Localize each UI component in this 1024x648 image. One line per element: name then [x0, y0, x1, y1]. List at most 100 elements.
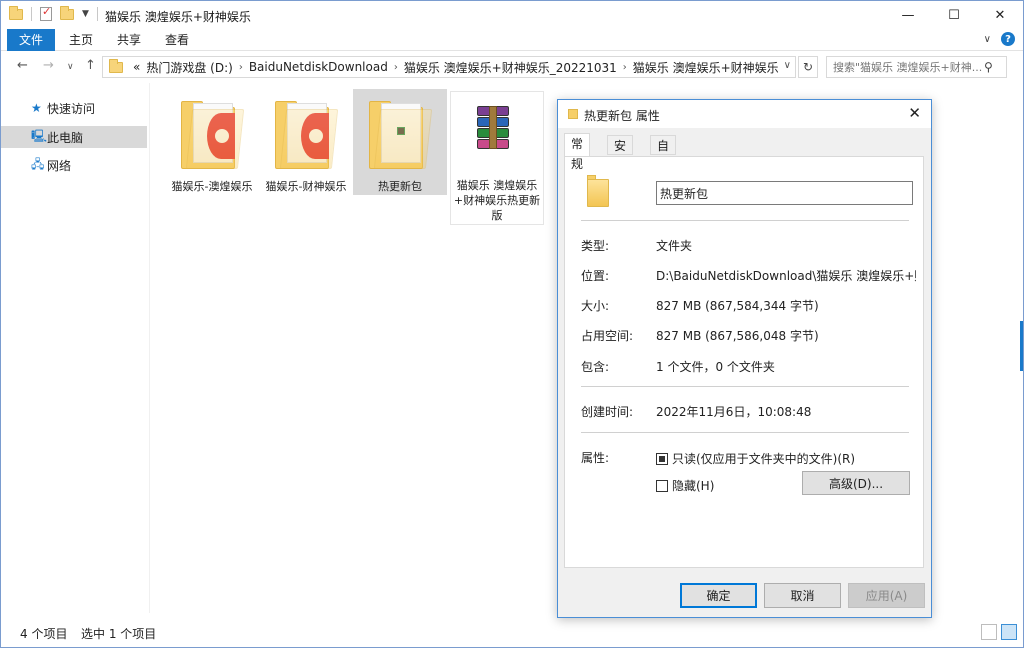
size-on-disk-value: 827 MB (867,586,048 字节) — [656, 329, 819, 343]
computer-icon: 🖳 — [31, 128, 48, 143]
file-name: 猫娱乐-澳煌娱乐 — [171, 180, 253, 193]
back-button[interactable]: ← — [17, 58, 28, 73]
hidden-label: 隐藏(H) — [672, 479, 715, 493]
size-on-disk-label: 占用空间: — [581, 329, 634, 343]
title-bar: ▼ 猫娱乐 澳煌娱乐+财神娱乐 — ☐ ✕ — [1, 1, 1023, 29]
folder-icon[interactable] — [9, 5, 23, 20]
sidebar-item-network[interactable]: 🖧 网络 — [1, 154, 147, 176]
type-value: 文件夹 — [656, 239, 693, 253]
divider — [581, 432, 909, 433]
file-item[interactable]: 猫娱乐 澳煌娱乐+财神娱乐热更新版 — [450, 91, 544, 225]
folder-icon — [181, 99, 245, 169]
cancel-button[interactable]: 取消 — [764, 583, 841, 608]
details-view-icon[interactable] — [981, 624, 997, 640]
new-folder-icon[interactable] — [60, 5, 74, 20]
address-bar[interactable]: « 热门游戏盘 (D:) › BaiduNetdiskDownload › 猫娱… — [102, 56, 796, 78]
readonly-checkbox[interactable]: 只读(仅应用于文件夹中的文件)(R) — [656, 450, 855, 467]
file-item[interactable]: 猫娱乐-澳煌娱乐 — [165, 91, 259, 225]
pane-divider[interactable] — [149, 83, 150, 613]
general-tab-panel: 类型: 文件夹 位置: D:\BaiduNetdiskDownload\猫娱乐 … — [564, 156, 924, 568]
sidebar-item-label: 网络 — [47, 158, 72, 173]
ribbon: 文件 主页 共享 查看 ∨ ? — [1, 29, 1023, 51]
star-icon: ★ — [31, 101, 42, 115]
file-name: 猫娱乐 澳煌娱乐+财神娱乐热更新版 — [453, 179, 541, 222]
window-title: 猫娱乐 澳煌娱乐+财神娱乐 — [105, 10, 251, 24]
readonly-label: 只读(仅应用于文件夹中的文件)(R) — [672, 452, 856, 466]
address-dropdown-icon[interactable]: ∨ — [784, 60, 791, 71]
address-row: ← → ∨ ↑ « 热门游戏盘 (D:) › BaiduNetdiskDownl… — [1, 52, 1023, 82]
contains-label: 包含: — [581, 360, 610, 374]
breadcrumb-separator[interactable]: › — [623, 62, 627, 73]
folder-icon — [369, 99, 433, 169]
sidebar-item-this-pc[interactable]: 🖳 此电脑 — [1, 126, 147, 148]
search-icon[interactable]: ⚲ — [984, 60, 993, 74]
item-count: 4 个项目 — [20, 627, 68, 641]
tab-view[interactable]: 查看 — [155, 29, 199, 51]
toolbar-divider — [31, 7, 32, 21]
file-item[interactable]: 猫娱乐-财神娱乐 — [259, 91, 353, 225]
minimize-button[interactable]: — — [885, 1, 931, 29]
checkbox-icon[interactable] — [656, 479, 668, 492]
search-box: ⚲ — [826, 56, 1007, 78]
location-label: 位置: — [581, 269, 610, 283]
divider — [581, 386, 909, 387]
created-value: 2022年11月6日，10:08:48 — [656, 405, 812, 419]
tab-security[interactable]: 安全 — [607, 135, 634, 173]
hidden-checkbox[interactable]: 隐藏(H) — [656, 477, 714, 494]
folder-icon — [587, 175, 609, 207]
properties-icon[interactable] — [40, 5, 52, 21]
toolbar-divider — [96, 7, 98, 21]
winrar-archive-icon — [473, 106, 513, 150]
recent-locations-button[interactable]: ∨ — [67, 62, 74, 72]
dialog-title: 热更新包 属性 — [584, 109, 660, 123]
file-item[interactable]: 热更新包 — [353, 89, 447, 195]
help-icon[interactable]: ? — [1001, 32, 1015, 46]
breadcrumb-separator[interactable]: › — [239, 62, 243, 73]
scrollbar[interactable] — [1020, 321, 1023, 371]
sidebar-item-quick-access[interactable]: ★ 快速访问 — [1, 97, 147, 119]
sidebar-item-label: 此电脑 — [47, 130, 84, 145]
folder-name-field[interactable] — [656, 181, 913, 205]
expand-ribbon-icon[interactable]: ∨ — [984, 34, 991, 45]
close-button[interactable]: ✕ — [977, 1, 1023, 29]
breadcrumb-item[interactable]: 猫娱乐 澳煌娱乐+财神娱乐 — [633, 59, 779, 76]
large-icons-view-icon[interactable] — [1001, 624, 1017, 640]
dialog-close-button[interactable]: ✕ — [908, 104, 921, 122]
maximize-button[interactable]: ☐ — [931, 1, 977, 29]
dialog-title-bar: 热更新包 属性 ✕ — [558, 100, 931, 128]
navigation-pane: ★ 快速访问 🖳 此电脑 🖧 网络 — [1, 89, 149, 609]
apply-button[interactable]: 应用(A) — [848, 583, 925, 608]
location-value: D:\BaiduNetdiskDownload\猫娱乐 澳煌娱乐+财神娱 — [656, 269, 916, 283]
breadcrumb-overflow[interactable]: « — [133, 60, 140, 74]
tab-file[interactable]: 文件 — [7, 29, 56, 51]
tab-home[interactable]: 主页 — [59, 29, 103, 51]
breadcrumb-item[interactable]: 热门游戏盘 (D:) — [146, 59, 232, 76]
forward-button[interactable]: → — [43, 58, 54, 73]
breadcrumb-item[interactable]: 猫娱乐 澳煌娱乐+财神娱乐_20221031 — [404, 59, 617, 76]
tab-custom[interactable]: 自定义 — [650, 135, 677, 193]
size-value: 827 MB (867,584,344 字节) — [656, 299, 819, 313]
network-icon: 🖧 — [31, 156, 45, 171]
created-label: 创建时间: — [581, 405, 634, 419]
folder-icon — [275, 99, 339, 169]
tab-general[interactable]: 常规 — [564, 133, 591, 171]
folder-icon — [109, 58, 123, 73]
window-controls: — ☐ ✕ — [885, 1, 1023, 29]
properties-dialog: 热更新包 属性 ✕ 常规 安全 自定义 类型: 文件夹 位置: D:\Baidu… — [557, 99, 932, 618]
file-name: 猫娱乐-财神娱乐 — [265, 180, 347, 193]
search-input[interactable] — [827, 60, 982, 74]
view-toggle — [981, 624, 1017, 640]
checkbox-indeterminate-icon[interactable] — [656, 452, 668, 465]
advanced-button[interactable]: 高级(D)... — [802, 471, 910, 495]
breadcrumb-separator[interactable]: › — [394, 62, 398, 73]
attributes-label: 属性: — [581, 451, 610, 465]
breadcrumb-item[interactable]: BaiduNetdiskDownload — [249, 60, 388, 74]
customize-toolbar-icon[interactable]: ▼ — [82, 9, 89, 19]
refresh-button[interactable]: ↻ — [798, 56, 818, 78]
up-button[interactable]: ↑ — [85, 58, 96, 73]
size-label: 大小: — [581, 299, 610, 313]
type-label: 类型: — [581, 239, 610, 253]
breadcrumb: « 热门游戏盘 (D:) › BaiduNetdiskDownload › 猫娱… — [103, 58, 779, 76]
ok-button[interactable]: 确定 — [680, 583, 757, 608]
tab-share[interactable]: 共享 — [107, 29, 151, 51]
